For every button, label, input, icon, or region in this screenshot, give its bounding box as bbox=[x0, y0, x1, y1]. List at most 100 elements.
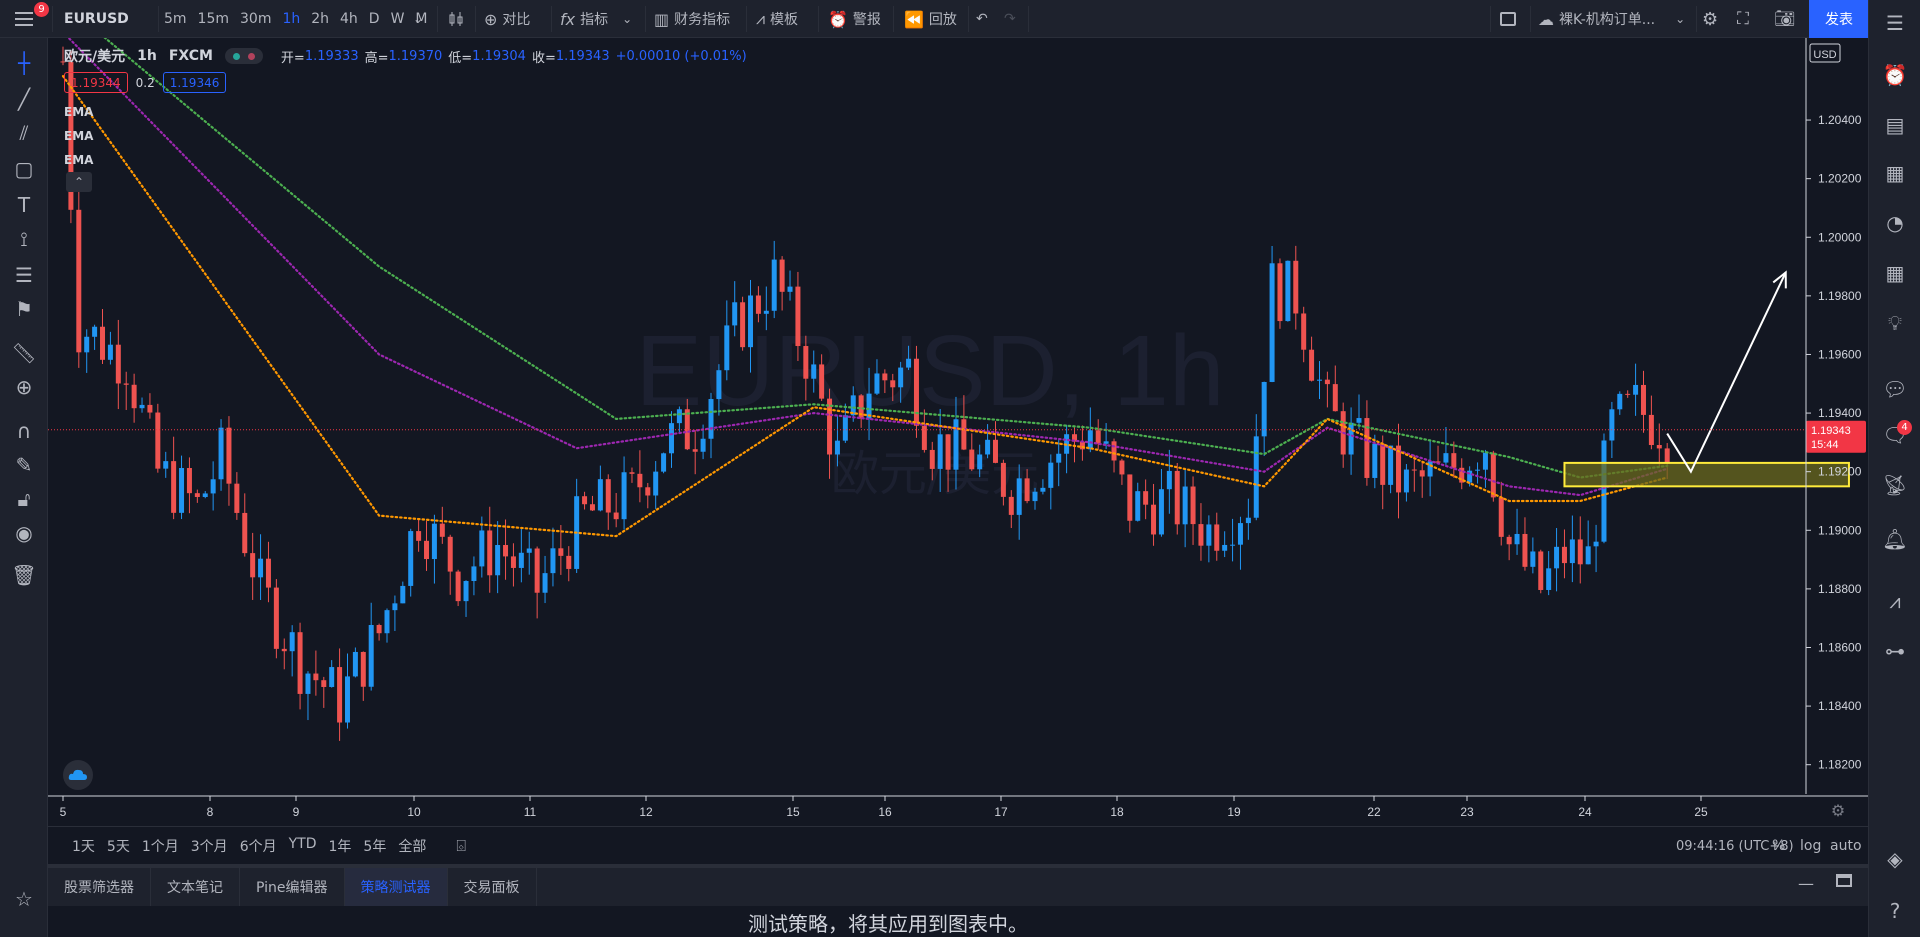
layers-button[interactable]: ◈ bbox=[1869, 842, 1920, 876]
candle-body bbox=[827, 398, 833, 455]
minimize-panel-button[interactable]: — bbox=[1798, 874, 1814, 893]
tree-button[interactable]: ⊶ bbox=[1869, 634, 1920, 668]
watchlist-button[interactable]: ☰ bbox=[1869, 6, 1920, 40]
help-button[interactable]: ? bbox=[1869, 894, 1920, 928]
hotlist-button[interactable]: ▦ bbox=[1869, 156, 1920, 190]
alerts-button[interactable]: ⏰ 警报 bbox=[828, 0, 881, 38]
candle-body bbox=[1135, 491, 1141, 521]
notifications-button[interactable]: 🗨︎ bbox=[1869, 418, 1920, 452]
range-button[interactable]: 全部 bbox=[398, 836, 426, 856]
interval-4h[interactable]: 4h bbox=[340, 11, 358, 27]
ideas-button[interactable]: 💡︎ bbox=[1869, 306, 1920, 340]
notifications-bell-button[interactable]: 🔔︎ bbox=[1869, 522, 1920, 556]
panel-tab[interactable]: 策略测试器 bbox=[344, 868, 448, 906]
panel-tab[interactable]: 股票筛选器 bbox=[48, 868, 151, 906]
indicator-ema-2[interactable]: EMA bbox=[64, 128, 93, 152]
candle-body bbox=[898, 367, 904, 388]
market-status-pill[interactable] bbox=[224, 48, 263, 64]
indicator-ema-1[interactable]: EMA bbox=[64, 104, 93, 128]
templates-button[interactable]: ⩘ 模板 bbox=[756, 0, 798, 38]
trendline-tool[interactable]: ╱ bbox=[0, 84, 48, 114]
interval-15m[interactable]: 15m bbox=[198, 11, 229, 27]
panel-tab[interactable]: 文本笔记 bbox=[151, 868, 240, 906]
financials-button[interactable]: ▥ 财务指标 bbox=[654, 0, 730, 38]
calendar-pie-button[interactable]: ◔ bbox=[1869, 206, 1920, 240]
candle-body bbox=[1522, 533, 1528, 567]
patterns-tool[interactable]: ⟟ bbox=[0, 224, 48, 254]
candle-body bbox=[503, 545, 509, 557]
candle-body bbox=[1095, 430, 1101, 444]
interval-W[interactable]: W bbox=[391, 11, 405, 27]
compare-button[interactable]: ⊕ 对比 bbox=[484, 0, 530, 38]
interval-5m[interactable]: 5m bbox=[164, 11, 187, 27]
range-button[interactable]: 5年 bbox=[363, 836, 386, 856]
goto-date-button[interactable]: ⌺ bbox=[456, 836, 466, 856]
maximize-panel-button[interactable] bbox=[1836, 874, 1852, 887]
eye-icon: ◉ bbox=[15, 521, 33, 545]
range-button[interactable]: 1年 bbox=[329, 836, 352, 856]
brand-logo[interactable] bbox=[63, 760, 93, 790]
percent-scale-button[interactable]: % bbox=[1772, 827, 1785, 865]
crosshair-tool[interactable]: ┼ bbox=[0, 48, 48, 78]
alerts-panel-button[interactable]: ⏰ bbox=[1869, 58, 1920, 92]
sell-price-button[interactable]: 1.19344 bbox=[64, 72, 128, 93]
fib-tool[interactable]: ⫽ bbox=[0, 118, 48, 148]
candle-body bbox=[289, 632, 295, 652]
remove-drawings-tool[interactable]: 🗑︎ bbox=[0, 560, 48, 590]
candle-body bbox=[637, 473, 643, 488]
symbol-search-button[interactable]: EURUSD bbox=[64, 0, 129, 38]
panel-tab[interactable]: 交易面板 bbox=[448, 868, 537, 906]
favorites-tool[interactable]: ☆ bbox=[0, 884, 48, 914]
range-button[interactable]: 1天 bbox=[72, 836, 95, 856]
chart-type-button[interactable] bbox=[447, 0, 465, 38]
icons-tool[interactable]: ⚑ bbox=[0, 294, 48, 324]
panel-tab[interactable]: Pine编辑器 bbox=[240, 868, 345, 906]
chart-legend[interactable]: 欧元/美元 1h FXCM 开= 1.19333 高= 1.19370 低= 1.19… bbox=[64, 46, 753, 66]
layout-name-button[interactable]: ☁ 裸K-机构订单... ⌄ bbox=[1538, 0, 1685, 38]
lightbulb-icon: 💡︎ bbox=[1888, 311, 1902, 335]
lock-drawings-tool[interactable]: 🔓︎ bbox=[0, 484, 48, 514]
layout-grid-button[interactable] bbox=[1500, 0, 1516, 38]
zoom-tool[interactable]: ⊕ bbox=[0, 372, 48, 402]
time-axis-settings-icon[interactable]: ⚙ bbox=[1831, 801, 1845, 820]
hide-drawings-tool[interactable]: ◉ bbox=[0, 518, 48, 548]
interval-30m[interactable]: 30m bbox=[240, 11, 271, 27]
fullscreen-button[interactable]: ⛶ bbox=[1737, 0, 1749, 38]
interval-dropdown-icon[interactable]: ⌄ bbox=[413, 0, 423, 38]
indicators-button[interactable]: fx 指标 ⌄ bbox=[560, 0, 632, 38]
magnet-tool[interactable]: ∩ bbox=[0, 416, 48, 446]
interval-D[interactable]: D bbox=[369, 11, 380, 27]
publish-button[interactable]: 发表 bbox=[1809, 0, 1869, 38]
range-button[interactable]: 6个月 bbox=[240, 836, 277, 856]
collapse-indicators-button[interactable]: ⌃ bbox=[66, 172, 92, 192]
snapshot-button[interactable]: 📷︎ bbox=[1774, 0, 1796, 38]
streams-button[interactable]: 📡︎ bbox=[1869, 468, 1920, 502]
chats-button[interactable]: 💬︎ bbox=[1869, 372, 1920, 406]
last-price-label: 1.19343 bbox=[1811, 425, 1851, 437]
log-scale-button[interactable]: log bbox=[1800, 827, 1821, 865]
auto-scale-button[interactable]: auto bbox=[1830, 827, 1862, 865]
data-window-button[interactable]: ▤ bbox=[1869, 108, 1920, 142]
interval-2h[interactable]: 2h bbox=[311, 11, 329, 27]
undo-button[interactable]: ↶ bbox=[976, 0, 988, 38]
range-button[interactable]: 1个月 bbox=[142, 836, 179, 856]
prediction-tool[interactable]: ☰ bbox=[0, 260, 48, 290]
shapes-tool[interactable]: ▢ bbox=[0, 154, 48, 184]
text-tool[interactable]: T bbox=[0, 190, 48, 220]
candle-body bbox=[653, 471, 659, 496]
redo-button[interactable]: ↷ bbox=[1004, 0, 1016, 38]
stay-drawing-tool[interactable]: ✎ bbox=[0, 450, 48, 480]
price-chart[interactable]: EURUSD, 1h 欧元/美元 1.1934315:44 1.204001.2… bbox=[0, 0, 1920, 937]
trading-panel-button[interactable]: ⩘ bbox=[1869, 584, 1920, 618]
interval-1h[interactable]: 1h bbox=[282, 11, 300, 27]
replay-button[interactable]: ⏪ 回放 bbox=[904, 0, 957, 38]
settings-button[interactable]: ⚙ bbox=[1702, 0, 1718, 38]
candle-body bbox=[76, 209, 82, 353]
calendar-button[interactable]: ▦ bbox=[1869, 256, 1920, 290]
buy-price-button[interactable]: 1.19346 bbox=[162, 72, 227, 93]
measure-tool[interactable]: 📏︎ bbox=[0, 338, 48, 368]
range-button[interactable]: 5天 bbox=[107, 836, 130, 856]
range-button[interactable]: YTD bbox=[289, 836, 317, 856]
range-button[interactable]: 3个月 bbox=[191, 836, 228, 856]
time-tick-label: 11 bbox=[524, 805, 537, 819]
